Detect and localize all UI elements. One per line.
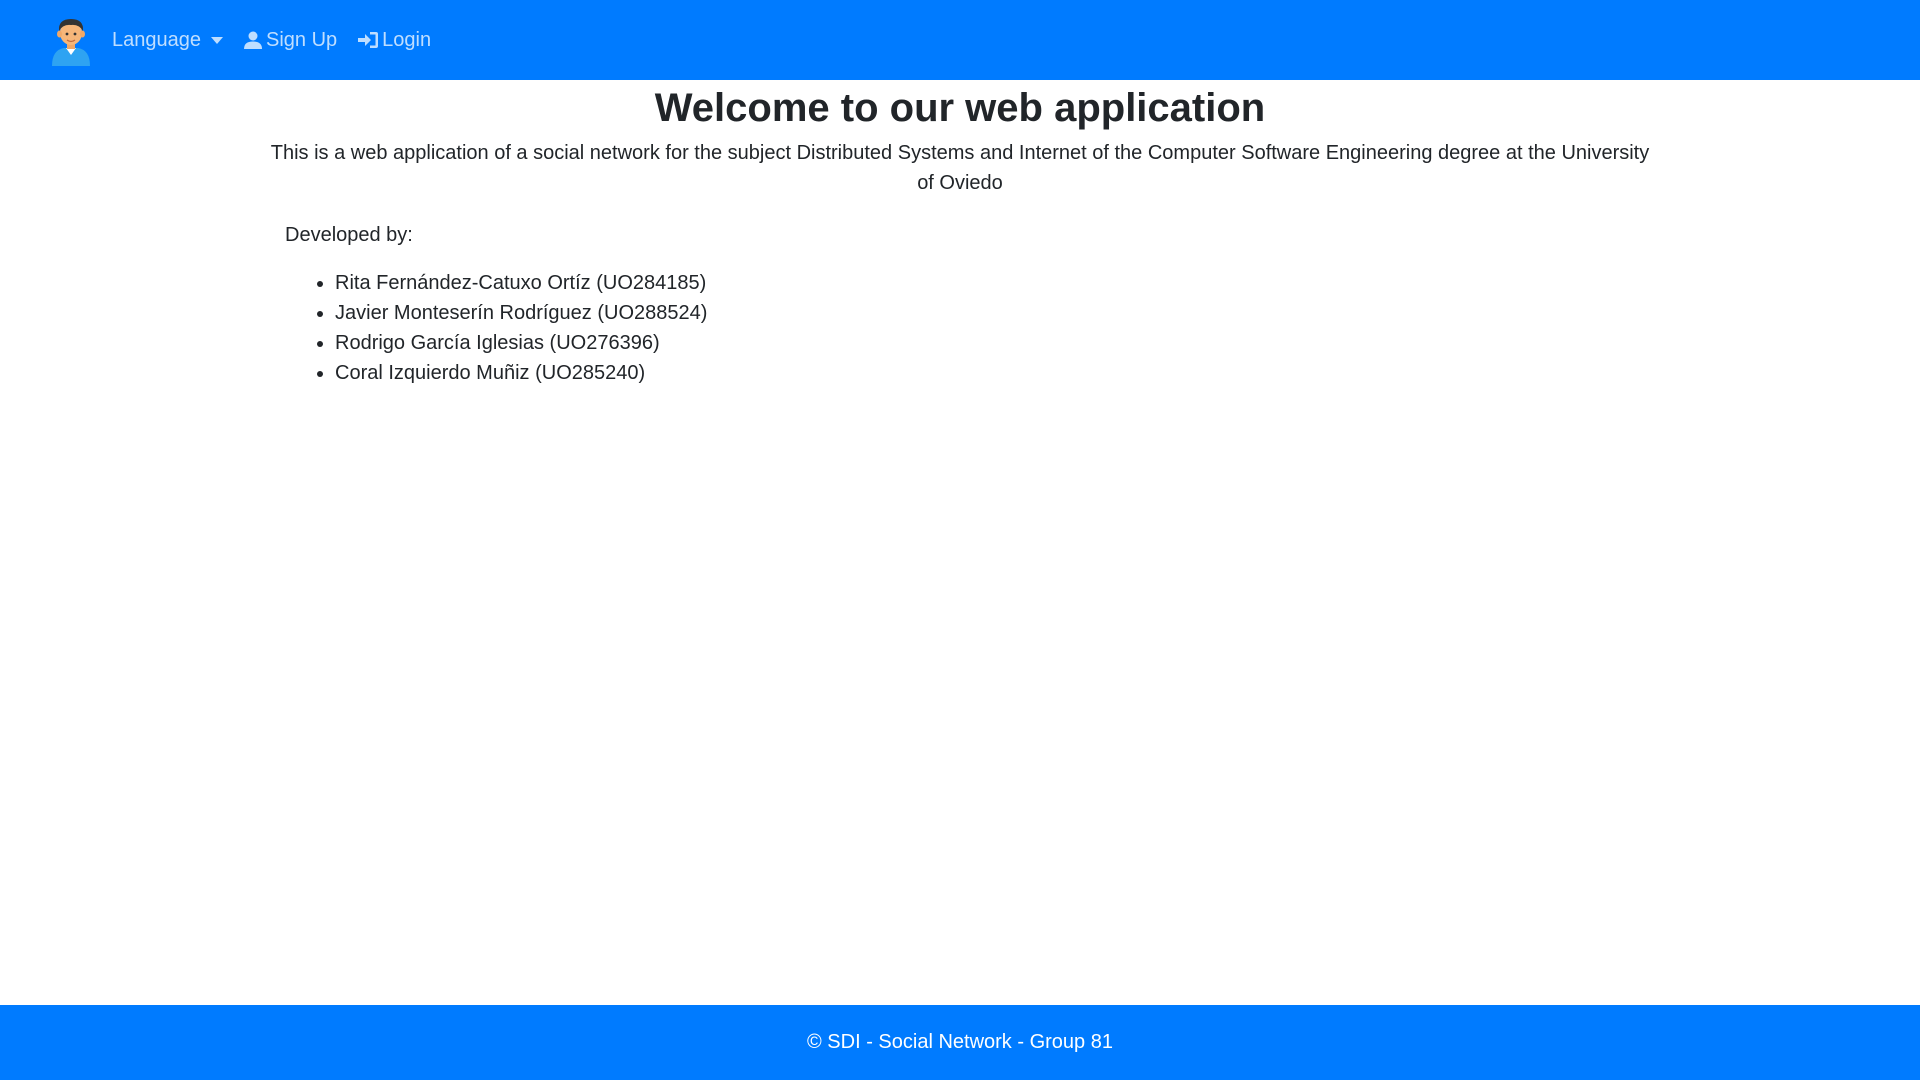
list-item: Rita Fernández-Catuxo Ortíz (UO284185) [335,268,707,298]
developed-by-label: Developed by: [285,224,413,246]
signup-link[interactable]: Sign Up [243,29,337,52]
language-label: Language [112,28,201,51]
list-item: Rodrigo García Iglesias (UO276396) [335,328,707,358]
signup-label: Sign Up [265,28,338,51]
language-dropdown[interactable]: Language [112,29,223,52]
list-item: Coral Izquierdo Muñiz (UO285240) [335,358,707,388]
footer-text: © SDI - Social Network - Group 81 [807,1031,1113,1053]
page-title: Welcome to our web application [654,86,1266,130]
user-avatar-icon [52,19,90,66]
login-link[interactable]: Login [357,29,431,52]
footer: © SDI - Social Network - Group 81 [0,1005,1920,1080]
brand-logo[interactable] [48,14,94,66]
list-item: Javier Monteserín Rodríguez (UO288524) [335,298,707,328]
login-label: Login [382,28,432,51]
sign-in-icon [357,30,379,50]
intro-text: This is a web application of a social ne… [270,142,1650,194]
developers-list: Rita Fernández-Catuxo Ortíz (UO284185) J… [285,268,707,388]
navbar: Language Sign Up Login [0,0,1920,80]
user-icon [243,30,263,50]
caret-down-icon [210,37,223,44]
page: Language Sign Up Login Welcome to our we… [0,0,1920,1080]
